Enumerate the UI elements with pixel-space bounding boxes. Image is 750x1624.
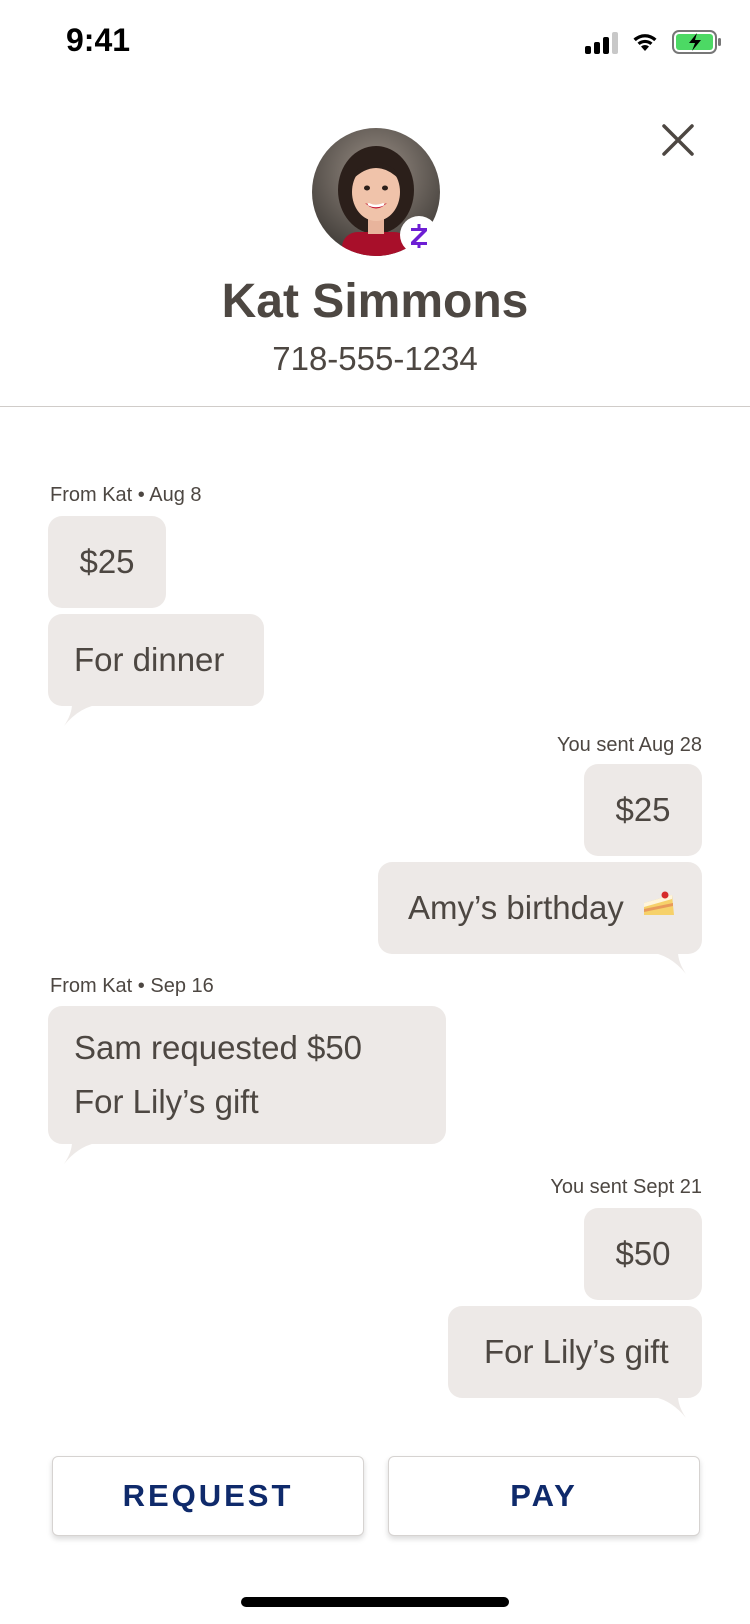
zelle-badge-icon <box>400 216 438 254</box>
amount-bubble: $25 <box>48 516 166 608</box>
close-icon <box>662 124 694 156</box>
home-indicator <box>241 1597 509 1607</box>
status-time: 9:41 <box>66 22 131 58</box>
bubble-tail <box>64 1142 102 1164</box>
request-text: Sam requested $50 <box>74 1029 363 1066</box>
status-icons <box>585 30 722 54</box>
note-bubble: For dinner <box>48 614 264 706</box>
message-meta: You sent Sept 21 <box>550 1176 702 1198</box>
note-bubble: Amy’s birthday <box>378 862 702 954</box>
amount-text: $50 <box>615 1235 671 1272</box>
message-meta: From Kat • Sep 16 <box>50 975 214 997</box>
note-text: Amy’s birthday <box>408 889 624 926</box>
pay-button[interactable]: PAY <box>388 1456 700 1536</box>
request-button[interactable]: REQUEST <box>52 1456 364 1536</box>
bubble-tail <box>64 704 102 726</box>
bubble-tail <box>648 952 686 974</box>
contact-phone: 718-555-1234 <box>272 340 478 377</box>
amount-text: $25 <box>79 543 135 580</box>
battery-charging-icon <box>672 30 722 54</box>
note-text: For Lily’s gift <box>74 1083 259 1120</box>
amount-text: $25 <box>615 791 671 828</box>
contact-name: Kat Simmons <box>221 275 529 328</box>
cellular-signal-icon <box>585 30 618 54</box>
close-button[interactable] <box>656 118 700 162</box>
wifi-icon <box>630 31 660 53</box>
status-bar: 9:41 <box>0 0 750 90</box>
request-bubble: Sam requested $50 For Lily’s gift <box>48 1006 446 1144</box>
amount-bubble: $50 <box>584 1208 702 1300</box>
note-bubble: For Lily’s gift <box>448 1306 702 1398</box>
amount-bubble: $25 <box>584 764 702 856</box>
bubble-tail <box>648 1396 686 1418</box>
header-divider <box>0 406 750 407</box>
note-text: For Lily’s gift <box>484 1333 669 1370</box>
message-meta: You sent Aug 28 <box>557 734 702 756</box>
note-text: For dinner <box>74 641 225 678</box>
cake-icon <box>642 889 676 927</box>
message-meta: From Kat • Aug 8 <box>50 484 202 506</box>
